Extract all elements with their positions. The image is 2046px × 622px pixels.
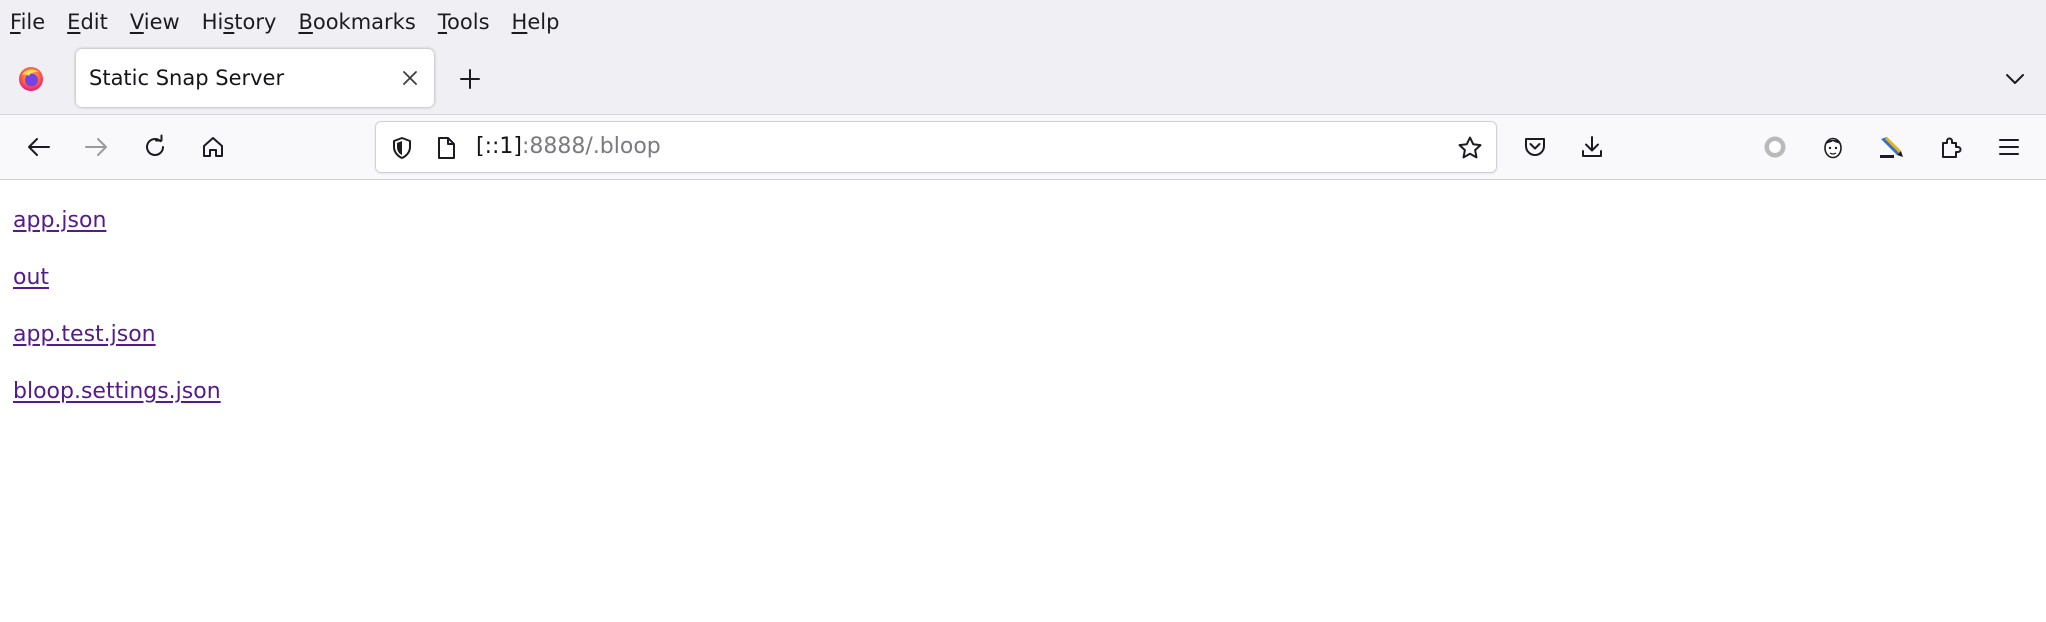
url-host: [::1] [476,134,522,159]
menu-view-label: iew [143,10,180,34]
pocket-icon[interactable] [1516,128,1554,166]
navigation-toolbar: [::1]:8888/.bloop [0,114,2046,180]
download-icon[interactable] [1573,128,1611,166]
reload-icon[interactable] [136,128,174,166]
tab-static-snap-server[interactable]: Static Snap Server [76,49,434,107]
menu-bookmarks[interactable]: Bookmarks [287,0,426,44]
url-bar[interactable]: [::1]:8888/.bloop [375,121,1497,173]
menu-edit[interactable]: Edit [56,0,119,44]
home-icon[interactable] [194,128,232,166]
menu-bar: File Edit View History Bookmarks Tools H… [0,0,2046,44]
menu-file-label: ile [20,10,46,34]
menu-bookmarks-accesskey: B [298,10,313,34]
menu-history[interactable]: History [191,0,288,44]
firefox-logo-icon[interactable] [18,66,44,92]
shield-icon[interactable] [388,134,416,162]
star-icon[interactable] [1456,134,1484,162]
url-text[interactable]: [::1]:8888/.bloop [476,122,661,172]
face-avatar-icon[interactable] [1814,128,1852,166]
circle-record-icon[interactable] [1756,128,1794,166]
menu-tools[interactable]: Tools [427,0,501,44]
menu-history-accesskey: s [223,10,235,34]
menu-edit-accesskey: E [67,10,81,34]
close-icon[interactable] [398,66,422,90]
menu-history-label: tory [234,10,277,34]
tab-strip: Static Snap Server [0,44,2046,114]
file-link-app-test-json[interactable]: app.test.json [13,322,156,347]
menu-bookmarks-label: ookmarks [312,10,416,34]
file-link-app-json[interactable]: app.json [13,208,106,233]
file-link-bloop-settings-json[interactable]: bloop.settings.json [13,379,221,404]
menu-help-label: elp [527,10,560,34]
menu-file-accesskey: F [10,10,21,34]
menu-help-accesskey: H [511,10,528,34]
forward-arrow-icon[interactable] [77,128,115,166]
url-path: :8888/.bloop [522,134,661,159]
menu-tools-accesskey: T [437,10,448,34]
tab-title: Static Snap Server [89,66,285,90]
menu-file[interactable]: File [0,0,56,44]
page-content: app.json out app.test.json bloop.setting… [0,180,2046,622]
pencil-icon[interactable] [1872,128,1910,166]
back-arrow-icon[interactable] [20,128,58,166]
menu-tools-label: ools [447,10,490,34]
chevron-down-icon[interactable] [2000,64,2030,94]
puzzle-icon[interactable] [1932,128,1970,166]
file-link-out[interactable]: out [13,265,49,290]
plus-icon[interactable] [454,63,486,95]
menu-help[interactable]: Help [501,0,571,44]
menu-view[interactable]: View [119,0,191,44]
menu-view-accesskey: V [129,10,144,34]
hamburger-menu-icon[interactable] [1990,128,2028,166]
menu-history-label-pre: Hi [201,10,224,34]
page-icon[interactable] [432,134,460,162]
menu-edit-label: dit [80,10,108,34]
